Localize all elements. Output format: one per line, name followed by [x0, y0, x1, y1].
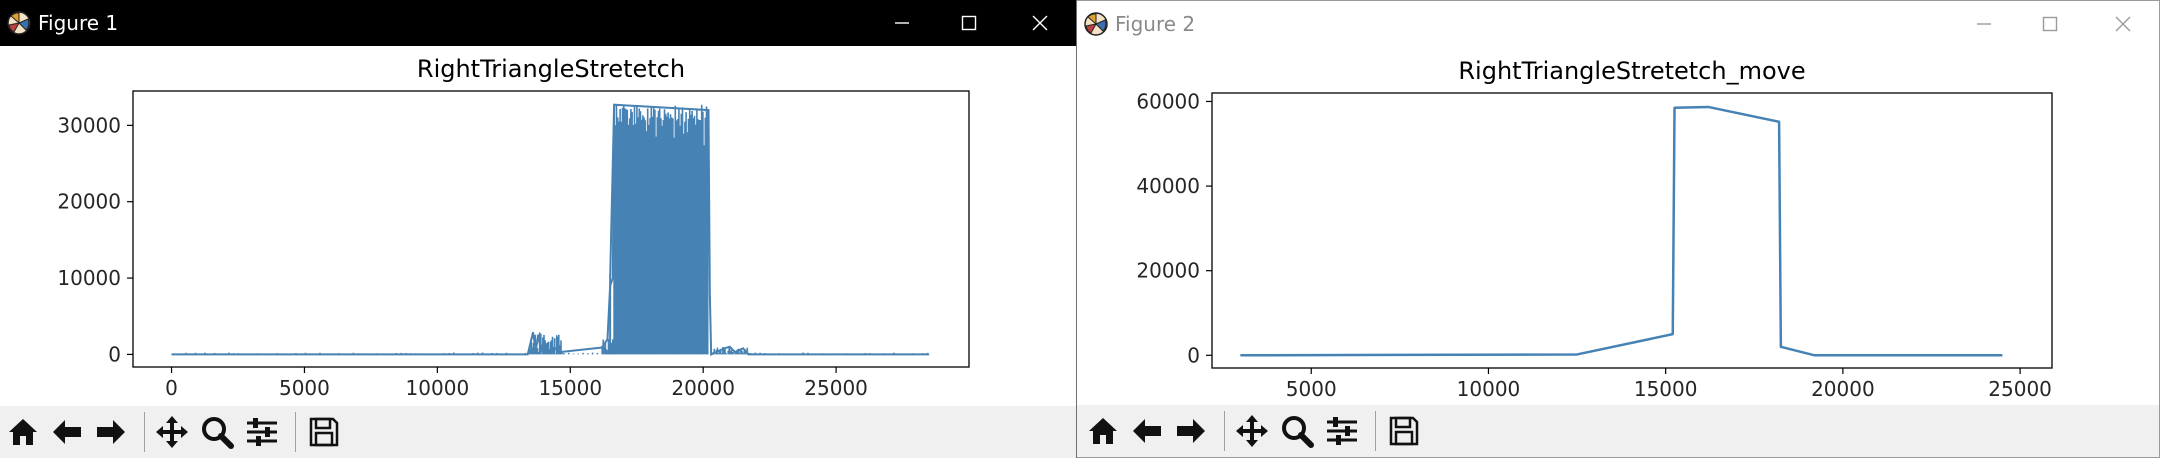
back-arrow-icon	[1133, 419, 1161, 443]
chart-title: RightTriangleStretetch_move	[1458, 57, 1805, 85]
x-tick-label: 25000	[1988, 377, 2052, 401]
maximize-button[interactable]	[937, 0, 1001, 46]
figure-2-canvas[interactable]: RightTriangleStretetch_move 5000 10000 1500…	[1077, 47, 2159, 407]
y-tick-label: 60000	[1136, 89, 1200, 113]
figure-1-canvas[interactable]: RightTriangleStretetch 0 5000 10000 15000 200…	[0, 46, 1076, 406]
title-bar[interactable]: Figure 1	[0, 0, 1076, 46]
y-tick-label: 40000	[1136, 174, 1200, 198]
chart-title: RightTriangleStretetch	[417, 55, 685, 83]
home-button[interactable]	[3, 413, 43, 451]
window-title: Figure 2	[1115, 12, 1196, 36]
series-group	[1240, 105, 2003, 357]
x-tick-label: 20000	[1811, 377, 1875, 401]
forward-arrow-icon	[97, 420, 125, 444]
x-tick-label: 15000	[1634, 377, 1698, 401]
home-icon	[9, 419, 37, 445]
close-button[interactable]	[2091, 1, 2155, 47]
axes-frame	[132, 90, 970, 368]
save-floppy-icon	[309, 417, 339, 447]
navigation-toolbar	[1077, 405, 2159, 457]
zoom-magnifier-icon	[202, 417, 234, 449]
y-tick-label: 20000	[57, 190, 121, 214]
home-button[interactable]	[1083, 412, 1123, 450]
configure-subplots-icon	[1327, 417, 1357, 445]
close-icon	[1032, 15, 1048, 31]
minimize-button[interactable]	[1952, 1, 2016, 47]
series-dense-band	[613, 104, 709, 355]
series-line	[171, 103, 930, 356]
forward-button[interactable]	[1171, 412, 1211, 450]
configure-subplots-button[interactable]	[242, 413, 282, 451]
maximize-icon	[2042, 16, 2058, 32]
x-tick-label: 20000	[671, 376, 735, 400]
x-tick-label: 15000	[538, 376, 602, 400]
minimize-icon	[1977, 23, 1991, 25]
configure-subplots-button[interactable]	[1322, 412, 1362, 450]
series-noise	[170, 332, 929, 355]
back-button[interactable]	[1127, 412, 1167, 450]
forward-button[interactable]	[91, 413, 131, 451]
zoom-button[interactable]	[1277, 412, 1317, 450]
x-tick-label: 25000	[804, 376, 868, 400]
y-tick-label: 20000	[1136, 259, 1200, 283]
pan-move-icon	[156, 416, 188, 448]
y-tick-label: 10000	[57, 266, 121, 290]
x-tick-label: 5000	[279, 376, 330, 400]
series-line	[1240, 105, 2003, 357]
zoom-magnifier-icon	[1282, 416, 1314, 448]
y-tick-label: 0	[1187, 343, 1200, 367]
x-tick-label: 5000	[1286, 377, 1337, 401]
x-tick-label: 10000	[406, 376, 470, 400]
configure-subplots-icon	[247, 418, 277, 446]
figure-2-window: Figure 2 RightTriangleStretetch_move 5000…	[1077, 0, 2160, 458]
y-tick-label: 0	[108, 342, 121, 366]
x-tick-label: 0	[165, 376, 178, 400]
toolbar-separator	[295, 412, 296, 452]
close-button[interactable]	[1008, 0, 1072, 46]
axes-frame	[1211, 92, 2053, 369]
title-bar[interactable]: Figure 2	[1077, 1, 2159, 47]
minimize-icon	[895, 22, 909, 24]
pan-move-icon	[1236, 415, 1268, 447]
navigation-toolbar	[0, 406, 1076, 458]
toolbar-separator	[1224, 411, 1225, 451]
x-tick-label: 10000	[1457, 377, 1521, 401]
series-group	[170, 103, 930, 356]
back-button[interactable]	[47, 413, 87, 451]
maximize-button[interactable]	[2018, 1, 2082, 47]
save-button[interactable]	[1384, 412, 1424, 450]
home-icon	[1089, 418, 1117, 444]
maximize-icon	[961, 15, 977, 31]
back-arrow-icon	[53, 420, 81, 444]
save-floppy-icon	[1389, 416, 1419, 446]
pan-button[interactable]	[1232, 412, 1272, 450]
pan-button[interactable]	[152, 413, 192, 451]
figure-1-window: Figure 1 RightTriangleStretetch 0 5000 1000…	[0, 0, 1077, 458]
minimize-button[interactable]	[870, 0, 934, 46]
matplotlib-logo-icon	[1084, 12, 1108, 36]
save-button[interactable]	[304, 413, 344, 451]
y-tick-label: 30000	[57, 113, 121, 137]
toolbar-separator	[1375, 411, 1376, 451]
matplotlib-logo-icon	[7, 11, 31, 35]
toolbar-separator	[144, 412, 145, 452]
zoom-button[interactable]	[197, 413, 237, 451]
forward-arrow-icon	[1177, 419, 1205, 443]
window-title: Figure 1	[38, 11, 119, 35]
close-icon	[2115, 16, 2131, 32]
